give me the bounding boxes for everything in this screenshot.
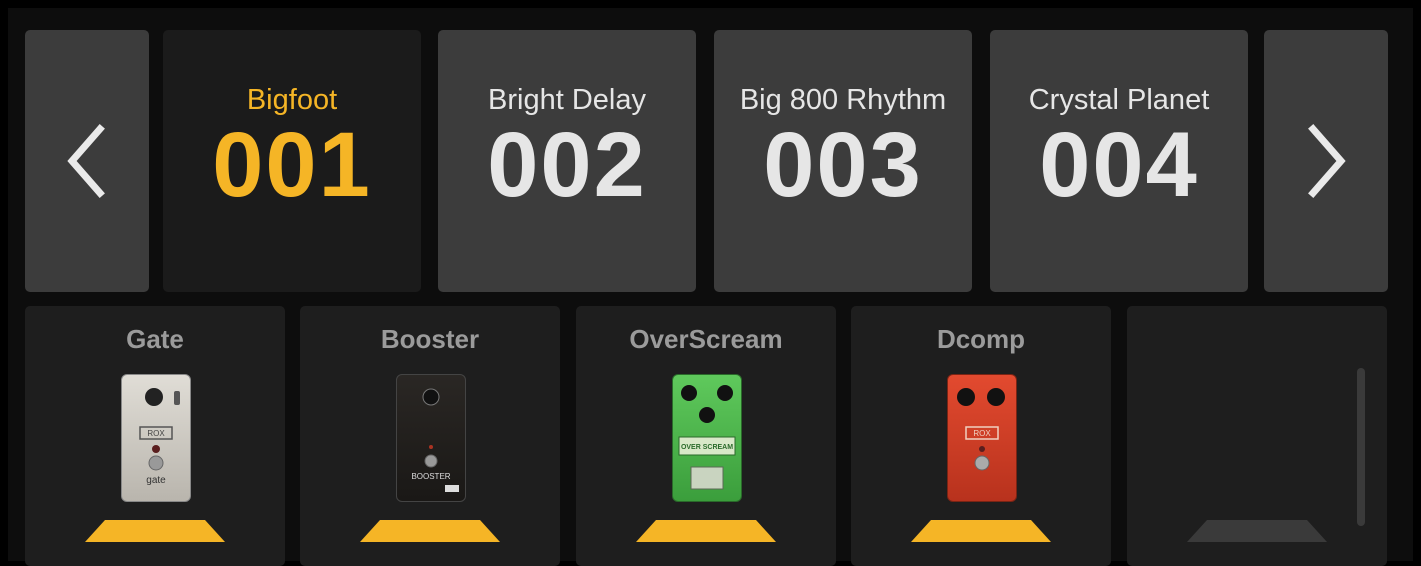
effect-name: OverScream [629, 324, 783, 354]
effect-slot-overscream[interactable]: OverScream OVER SCREAM [576, 306, 836, 566]
effect-name: Dcomp [936, 324, 1026, 354]
preset-tile-004[interactable]: Crystal Planet 004 [990, 30, 1248, 292]
effect-slot-booster[interactable]: Booster BOOSTER [300, 306, 560, 566]
preset-name: Big 800 Rhythm [739, 83, 947, 116]
footswitch-on-indicator[interactable] [360, 520, 500, 542]
preset-tile-003[interactable]: Big 800 Rhythm 003 [714, 30, 972, 292]
chevron-right-icon [1308, 124, 1346, 198]
footswitch-on-indicator[interactable] [911, 520, 1051, 542]
effect-slot-dcomp[interactable]: Dcomp ROX [851, 306, 1111, 566]
footswitch-on-indicator[interactable] [636, 520, 776, 542]
prev-button[interactable] [25, 30, 149, 292]
pedal-label: gate [146, 475, 166, 486]
preset-number: 003 [763, 113, 923, 216]
preset-name: Crystal Planet [1028, 83, 1210, 116]
preset-number: 002 [487, 113, 647, 216]
preset-name: Bigfoot [246, 83, 338, 116]
pedal-brand: ROX [147, 429, 165, 438]
gate-pedal-image: ROX gate [121, 374, 191, 502]
scrollbar[interactable] [1357, 368, 1365, 526]
next-button[interactable] [1264, 30, 1388, 292]
preset-name: Bright Delay [488, 83, 646, 116]
effect-slot-gate[interactable]: Gate ROX gate [25, 306, 285, 566]
effect-name: Booster [380, 324, 480, 354]
preset-number: 001 [212, 113, 372, 216]
effect-slot-empty[interactable] [1127, 306, 1387, 566]
preset-number: 004 [1039, 113, 1199, 216]
pedal-label: BOOSTER [411, 472, 450, 481]
effect-name: Gate [126, 324, 184, 354]
chevron-left-icon [67, 124, 105, 198]
dcomp-pedal-image: ROX [947, 374, 1017, 502]
booster-pedal-image: BOOSTER [396, 374, 466, 502]
app-frame: Bigfoot 001 Bright Delay 002 Big 800 Rhy… [8, 8, 1413, 566]
pedal-label: OVER SCREAM [681, 444, 733, 451]
preset-tile-002[interactable]: Bright Delay 002 [438, 30, 696, 292]
pedal-brand: ROX [973, 429, 991, 438]
preset-tile-001[interactable]: Bigfoot 001 [163, 30, 421, 292]
footswitch-off-indicator[interactable] [1187, 520, 1327, 542]
footswitch-on-indicator[interactable] [85, 520, 225, 542]
overscream-pedal-image: OVER SCREAM [672, 374, 742, 502]
